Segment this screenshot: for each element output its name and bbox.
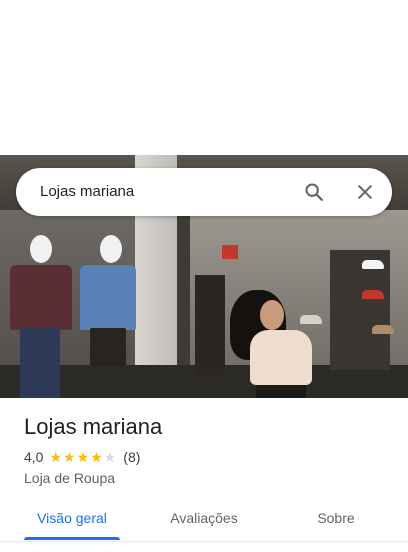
close-icon[interactable] (349, 176, 381, 208)
tab-label: Sobre (317, 510, 355, 526)
active-tab-indicator (24, 537, 120, 540)
rating-row[interactable]: 4,0 ★ ★ ★ ★ ★ (8) (24, 449, 140, 465)
place-info-panel: Lojas mariana 4,0 ★ ★ ★ ★ ★ (8) Loja de Roup… (0, 398, 408, 552)
review-count[interactable]: (8) (123, 449, 140, 465)
place-category[interactable]: Loja de Roupa (24, 470, 115, 486)
star-full-icon: ★ (63, 449, 76, 465)
photo-shoe (362, 260, 384, 269)
photo-shoe (300, 315, 322, 324)
star-empty-icon: ★ (103, 449, 117, 465)
search-icon[interactable] (298, 176, 330, 208)
place-title: Lojas mariana (24, 414, 163, 439)
star-full-icon: ★ (90, 449, 103, 465)
star-full-icon: ★ (76, 449, 90, 465)
tab-about[interactable]: Sobre (288, 502, 384, 544)
photo-shelf (195, 275, 225, 375)
tab-label: Visão geral (37, 510, 107, 526)
rating-value: 4,0 (24, 449, 44, 465)
photo-shoe (372, 325, 394, 334)
search-input[interactable]: Lojas mariana (40, 168, 134, 216)
star-full-icon: ★ (49, 449, 63, 465)
tab-reviews[interactable]: Avaliações (156, 502, 252, 544)
maps-place-page: Lojas mariana Lojas mariana 4,0 ★ ★ ★ ★ ★ (8… (0, 0, 408, 552)
photo-shoe (362, 290, 384, 299)
photo-sign (222, 245, 238, 259)
tab-overview[interactable]: Visão geral (24, 502, 120, 544)
tab-label: Avaliações (170, 510, 238, 526)
tabs-divider (0, 541, 408, 542)
place-tabs: Visão geral Avaliações Sobre (0, 502, 408, 544)
search-bar[interactable]: Lojas mariana (16, 168, 392, 216)
rating-stars: ★ ★ ★ ★ ★ (49, 450, 117, 464)
